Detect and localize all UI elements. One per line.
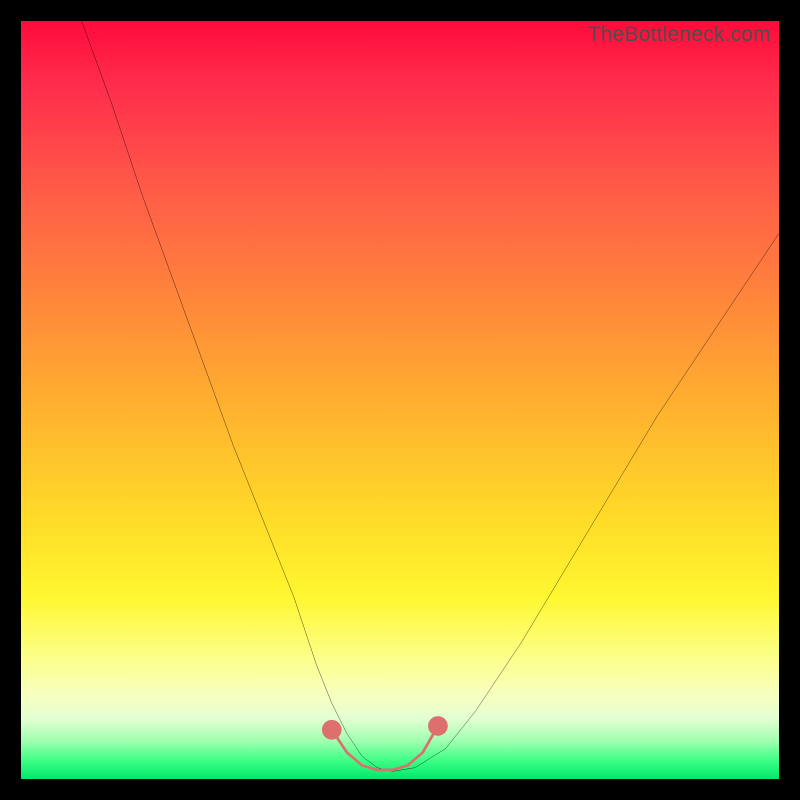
bottleneck-curve-svg	[21, 21, 779, 779]
sweet-spot-dot-left	[322, 720, 342, 740]
chart-frame: TheBottleneck.com	[0, 0, 800, 800]
plot-area: TheBottleneck.com	[21, 21, 779, 779]
bottleneck-curve-line	[82, 21, 779, 771]
sweet-spot-dot-right	[428, 716, 448, 736]
